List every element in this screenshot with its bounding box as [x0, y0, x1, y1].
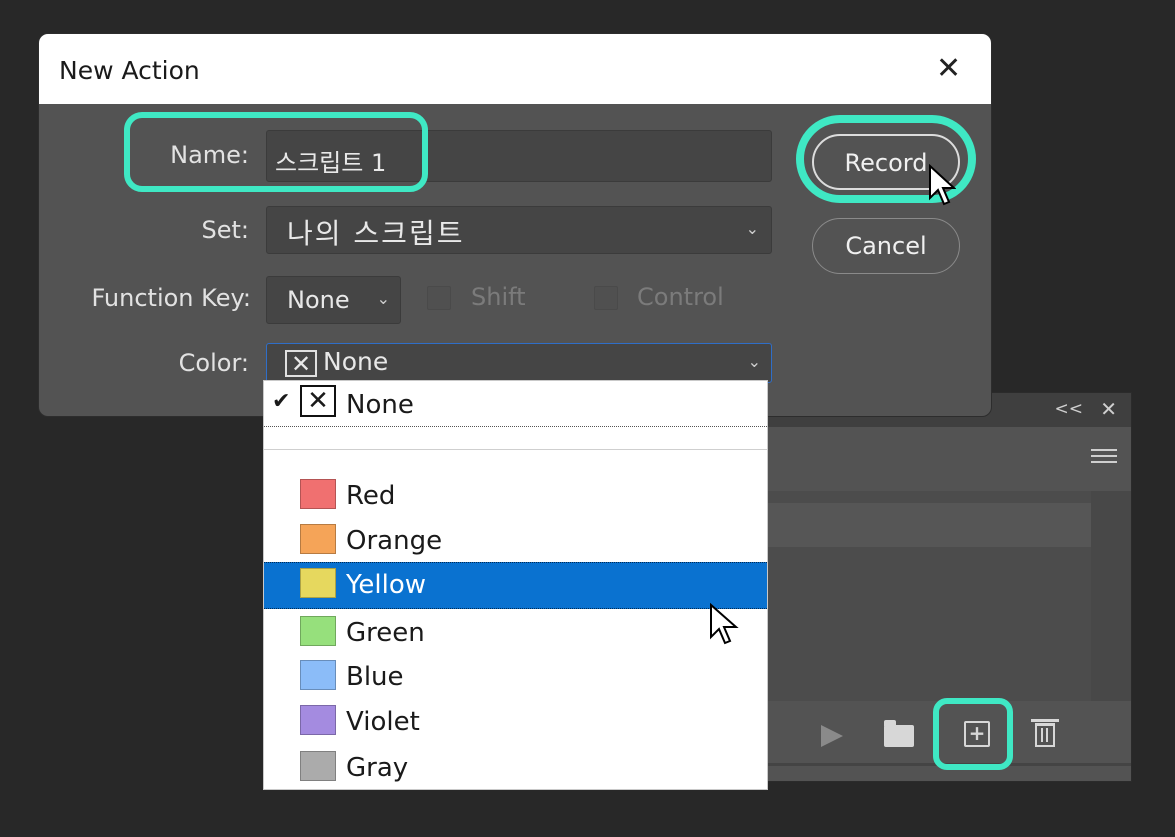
set-value: 나의 스크립트	[287, 217, 465, 250]
color-option-violet[interactable]: Violet	[264, 700, 767, 744]
color-option-orange[interactable]: Orange	[264, 519, 767, 563]
color-option-yellow[interactable]: Yellow	[264, 562, 767, 609]
option-label: Orange	[346, 526, 443, 556]
shift-label: Shift	[471, 283, 526, 311]
cancel-button[interactable]: Cancel	[812, 218, 960, 274]
control-label: Control	[637, 283, 724, 311]
color-swatch	[300, 705, 336, 735]
color-option-none[interactable]: ✔ ✕ None	[264, 383, 767, 427]
color-option-gray[interactable]: Gray	[264, 746, 767, 790]
option-label: Gray	[346, 753, 409, 783]
divider	[264, 426, 767, 427]
divider	[264, 449, 767, 450]
option-label: Blue	[346, 662, 404, 692]
set-select[interactable]: 나의 스크립트 ⌄	[266, 206, 772, 254]
scrollbar[interactable]	[1091, 491, 1131, 701]
color-swatch	[300, 751, 336, 781]
close-panel-icon[interactable]: ✕	[1100, 397, 1117, 421]
panel-menu-icon[interactable]	[1091, 449, 1117, 467]
color-label: Color:	[178, 349, 249, 377]
color-swatch	[300, 524, 336, 554]
play-icon[interactable]	[821, 725, 843, 747]
list-item[interactable]	[761, 503, 1091, 547]
close-icon[interactable]: ✕	[936, 54, 961, 84]
color-option-green[interactable]: Green	[264, 611, 767, 655]
shift-checkbox[interactable]	[427, 286, 451, 310]
color-value: None	[323, 347, 389, 376]
actions-list[interactable]	[761, 491, 1091, 701]
function-key-select[interactable]: None ⌄	[266, 276, 401, 324]
collapse-panel-icon[interactable]: <<	[1055, 399, 1084, 419]
option-label: Red	[346, 481, 396, 511]
folder-icon[interactable]	[884, 720, 914, 747]
option-label: Green	[346, 618, 425, 648]
function-key-value: None	[287, 286, 350, 314]
new-action-dialog: New Action ✕ Name: 스크립트 1 Set: 나의 스크립트 ⌄…	[38, 33, 992, 417]
color-swatch	[300, 660, 336, 690]
option-label: None	[346, 390, 414, 420]
trash-icon[interactable]	[1031, 719, 1059, 747]
color-option-red[interactable]: Red	[264, 474, 767, 518]
mouse-cursor-icon	[710, 602, 739, 645]
color-swatch	[300, 479, 336, 509]
no-color-icon: ✕	[285, 349, 317, 377]
dialog-titlebar: New Action ✕	[39, 34, 991, 104]
option-label: Yellow	[346, 570, 427, 600]
color-option-blue[interactable]: Blue	[264, 655, 767, 699]
color-select[interactable]: ✕ None ⌄	[266, 343, 772, 383]
color-dropdown-list[interactable]: ✔ ✕ None Red Orange Yellow Green Blue Vi…	[263, 380, 768, 790]
chevron-down-icon: ⌄	[376, 289, 390, 308]
chevron-down-icon: ⌄	[747, 352, 761, 371]
checkmark-icon: ✔	[272, 389, 291, 414]
color-swatch	[300, 568, 336, 598]
name-highlight	[124, 112, 428, 192]
dialog-title: New Action	[59, 56, 200, 85]
control-checkbox[interactable]	[594, 286, 618, 310]
option-label: Violet	[346, 707, 420, 737]
function-key-label: Function Key:	[91, 284, 251, 312]
chevron-down-icon: ⌄	[745, 219, 761, 238]
no-color-icon: ✕	[300, 385, 336, 417]
new-action-highlight	[933, 698, 1013, 770]
mouse-cursor-icon	[929, 164, 956, 206]
set-label: Set:	[201, 216, 250, 244]
color-swatch	[300, 616, 336, 646]
